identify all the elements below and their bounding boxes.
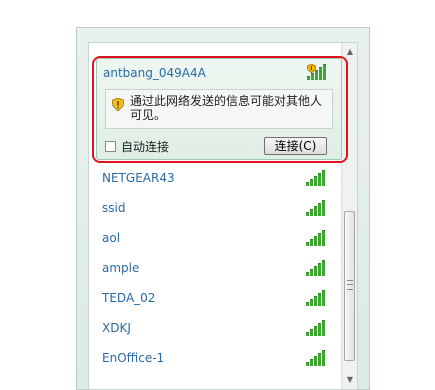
- wifi-signal-icon: [306, 230, 327, 246]
- network-ssid: aol: [102, 231, 121, 245]
- network-ssid: ssid: [102, 201, 126, 215]
- wifi-signal-icon: [306, 170, 327, 186]
- network-ssid: ample: [102, 261, 140, 275]
- scroll-up-arrow-icon[interactable]: ▲: [345, 47, 355, 57]
- network-ssid: TEDA_02: [102, 291, 156, 305]
- network-item[interactable]: EnOffice-1: [102, 350, 332, 368]
- wifi-signal-icon: [306, 290, 327, 306]
- network-item[interactable]: aol: [102, 230, 332, 248]
- network-item[interactable]: TEDA_02: [102, 290, 332, 308]
- network-ssid: NETGEAR43: [102, 171, 175, 185]
- grip-icon: [347, 280, 353, 290]
- network-item[interactable]: ssid: [102, 200, 332, 218]
- scroll-down-arrow-icon[interactable]: ▼: [345, 375, 355, 385]
- wifi-signal-icon: [306, 200, 327, 216]
- network-item[interactable]: XDKJ: [102, 320, 332, 338]
- network-item[interactable]: NETGEAR43: [102, 170, 332, 188]
- highlight-annotation: [92, 56, 348, 163]
- network-item[interactable]: ample: [102, 260, 332, 278]
- wifi-signal-icon: [306, 320, 327, 336]
- network-ssid: EnOffice-1: [102, 351, 165, 365]
- scrollbar-thumb[interactable]: [344, 211, 355, 361]
- network-ssid: XDKJ: [102, 321, 131, 335]
- wifi-signal-icon: [306, 350, 327, 366]
- wifi-signal-icon: [306, 260, 327, 276]
